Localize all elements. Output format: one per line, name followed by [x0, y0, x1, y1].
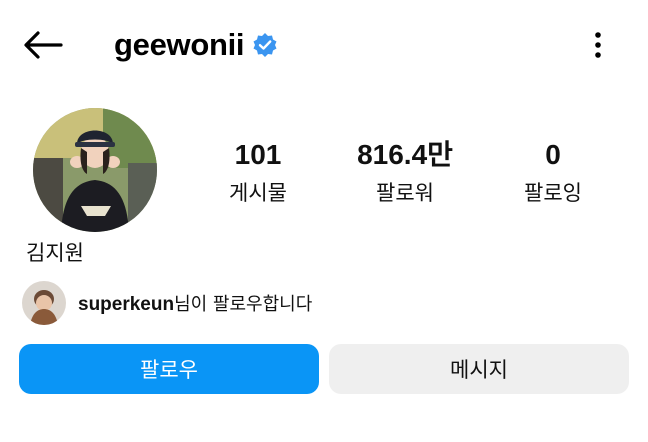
verified-badge-icon	[252, 32, 278, 58]
back-button[interactable]	[22, 26, 64, 64]
profile-avatar[interactable]	[33, 108, 157, 232]
following-label: 팔로잉	[524, 181, 582, 205]
message-button[interactable]: 메시지	[329, 344, 629, 394]
follow-button[interactable]: 팔로우	[19, 344, 319, 394]
follower-avatar	[22, 281, 66, 325]
posts-label: 게시물	[229, 181, 287, 205]
follower-username: superkeun	[78, 294, 175, 315]
followers-count: 816.4만	[357, 139, 453, 170]
following-count: 0	[545, 139, 561, 170]
stat-posts[interactable]: 101 게시물	[183, 138, 333, 208]
stat-following[interactable]: 0 팔로잉	[478, 138, 628, 208]
more-vertical-icon	[595, 32, 601, 58]
followed-by-suffix: 님이 팔로우합니다	[174, 294, 313, 315]
arrow-left-icon	[24, 31, 63, 59]
profile-page: geewonii 101 게시물 816.4만 팔로워 0 팔로잉 김지원 su…	[0, 0, 648, 442]
followed-by-text: superkeun님이 팔로우합니다	[78, 290, 312, 316]
followers-label: 팔로워	[376, 181, 434, 205]
followed-by-row[interactable]: superkeun님이 팔로우합니다	[22, 281, 312, 325]
header-title: geewonii	[114, 24, 278, 66]
posts-count: 101	[234, 139, 282, 170]
username: geewonii	[114, 27, 245, 62]
full-name: 김지원	[26, 241, 84, 265]
more-options-button[interactable]	[584, 28, 612, 62]
stat-followers[interactable]: 816.4만 팔로워	[330, 138, 480, 208]
